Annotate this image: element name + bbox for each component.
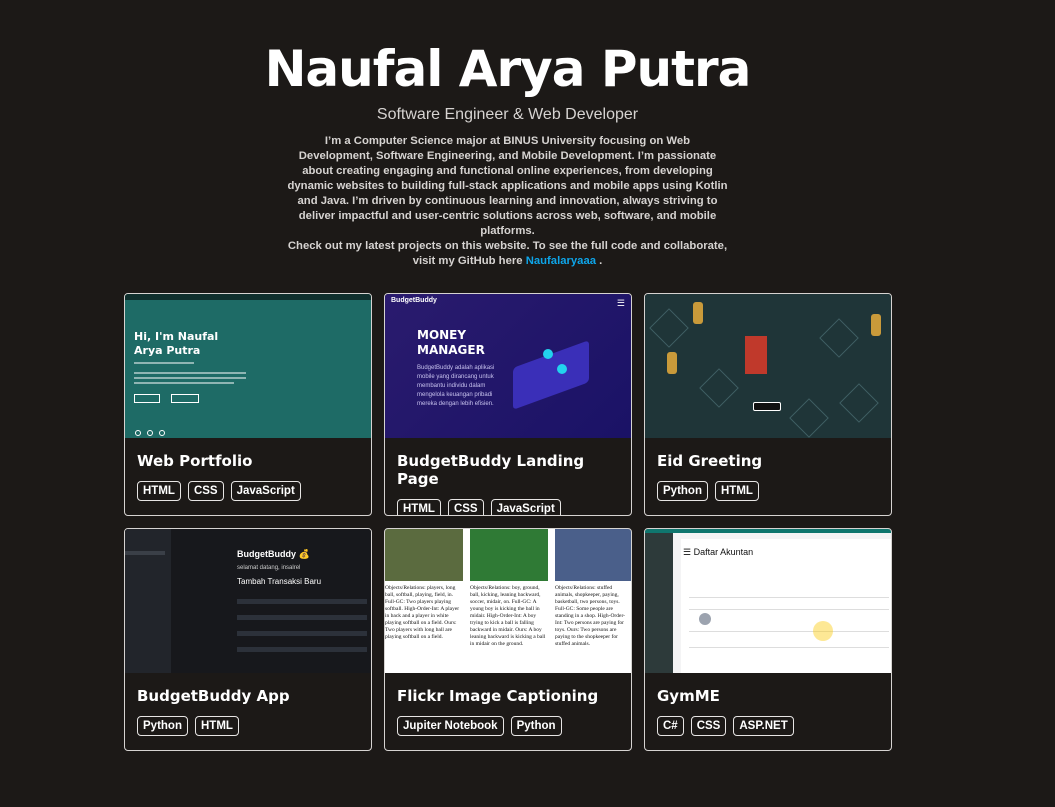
project-thumbnail: BudgetBuddy 💰 selamat datang, insalrel T… xyxy=(125,529,371,673)
tech-tag: Python xyxy=(137,716,188,736)
tech-tag: HTML xyxy=(397,499,441,515)
tech-tag: JavaScript xyxy=(230,481,301,501)
caption-text: Objects/Relations: stuffed animals, shop… xyxy=(555,585,626,647)
avatar xyxy=(699,613,711,625)
project-title: Eid Greeting xyxy=(657,452,763,470)
bio-text: I’m a Computer Science major at BINUS Un… xyxy=(287,135,728,237)
project-thumbnail: Objects/Relations: players, long ball, s… xyxy=(385,529,631,673)
tech-tag: Python xyxy=(510,716,562,736)
project-title: BudgetBuddy App xyxy=(137,687,290,705)
thumb-form-title: Tambah Transaksi Baru xyxy=(237,577,322,586)
project-card-budgetbuddy-landing[interactable]: BudgetBuddy ☰ MONEY MANAGER BudgetBuddy … xyxy=(384,293,632,516)
project-title: Flickr Image Captioning xyxy=(397,687,599,705)
cursor-highlight xyxy=(813,621,833,641)
project-card-budgetbuddy-app[interactable]: BudgetBuddy 💰 selamat datang, insalrel T… xyxy=(124,528,372,751)
thumb-text: BudgetBuddy adalah aplikasi mobile yang … xyxy=(417,365,495,407)
tech-tag: C# xyxy=(657,716,684,736)
tech-tag: Python xyxy=(657,481,708,501)
tech-tag: CSS xyxy=(690,716,727,736)
project-card-gymme[interactable]: ☰ Daftar Akuntan GymME C# CSS ASP.NET xyxy=(644,528,892,751)
cta-text: Check out my latest projects on this web… xyxy=(287,240,728,267)
project-thumbnail: ☰ Daftar Akuntan xyxy=(645,529,891,673)
sample-photo xyxy=(470,529,548,581)
project-thumbnail xyxy=(645,294,891,438)
sample-photo xyxy=(385,529,463,581)
tech-tag: CSS xyxy=(187,481,224,501)
tech-tag: HTML xyxy=(194,716,239,736)
tag-list: Jupiter Notebook Python xyxy=(397,716,631,736)
sample-photo xyxy=(555,529,631,581)
profile-header: Naufal Arya Putra Software Engineer & We… xyxy=(0,38,1015,269)
tech-tag: HTML xyxy=(137,481,181,501)
page-title: Naufal Arya Putra xyxy=(264,40,752,98)
hamburger-icon: ☰ xyxy=(616,298,625,308)
thumb-heading: ☰ Daftar Akuntan xyxy=(683,547,754,557)
tag-list: HTML CSS JavaScript xyxy=(137,481,371,501)
project-card-eid-greeting[interactable]: Eid Greeting Python HTML xyxy=(644,293,892,516)
tag-list: Python HTML xyxy=(657,481,891,501)
thumb-heading: Hi, I'm Naufal Arya Putra xyxy=(134,330,219,357)
role-subtitle: Software Engineer & Web Developer xyxy=(376,106,639,123)
tag-list: Python HTML xyxy=(137,716,371,736)
tech-tag: HTML xyxy=(714,481,759,501)
github-link[interactable]: Naufalaryaaa xyxy=(526,255,596,267)
tech-tag: ASP.NET xyxy=(733,716,794,736)
project-title: GymME xyxy=(657,687,720,705)
tech-tag: JavaScript xyxy=(490,499,561,515)
project-card-flickr-captioning[interactable]: Objects/Relations: players, long ball, s… xyxy=(384,528,632,751)
thumb-brand: BudgetBuddy xyxy=(391,297,437,304)
thumb-button xyxy=(753,402,781,411)
projects-grid: Hi, I'm Naufal Arya Putra Web Portfolio … xyxy=(124,293,892,751)
caption-text: Objects/Relations: players, long ball, s… xyxy=(385,585,460,640)
caption-text: Objects/Relations: boy, ground, ball, ki… xyxy=(470,585,546,647)
thumb-subheading: selamat datang, insalrel xyxy=(237,565,301,571)
cta-end: . xyxy=(599,255,603,267)
project-title: Web Portfolio xyxy=(137,452,253,470)
project-thumbnail: BudgetBuddy ☰ MONEY MANAGER BudgetBuddy … xyxy=(385,294,631,438)
character-illustration xyxy=(745,336,767,374)
tech-tag: CSS xyxy=(447,499,484,515)
tech-tag: Jupiter Notebook xyxy=(397,716,504,736)
thumb-heading: BudgetBuddy 💰 xyxy=(237,549,310,559)
tag-list: HTML CSS JavaScript xyxy=(397,499,631,515)
bio-paragraph: I’m a Computer Science major at BINUS Un… xyxy=(288,134,728,269)
project-thumbnail: Hi, I'm Naufal Arya Putra xyxy=(125,294,371,438)
tag-list: C# CSS ASP.NET xyxy=(657,716,891,736)
thumb-heading: MONEY MANAGER xyxy=(417,328,485,357)
project-card-web-portfolio[interactable]: Hi, I'm Naufal Arya Putra Web Portfolio … xyxy=(124,293,372,516)
project-title: BudgetBuddy Landing Page xyxy=(397,452,585,488)
